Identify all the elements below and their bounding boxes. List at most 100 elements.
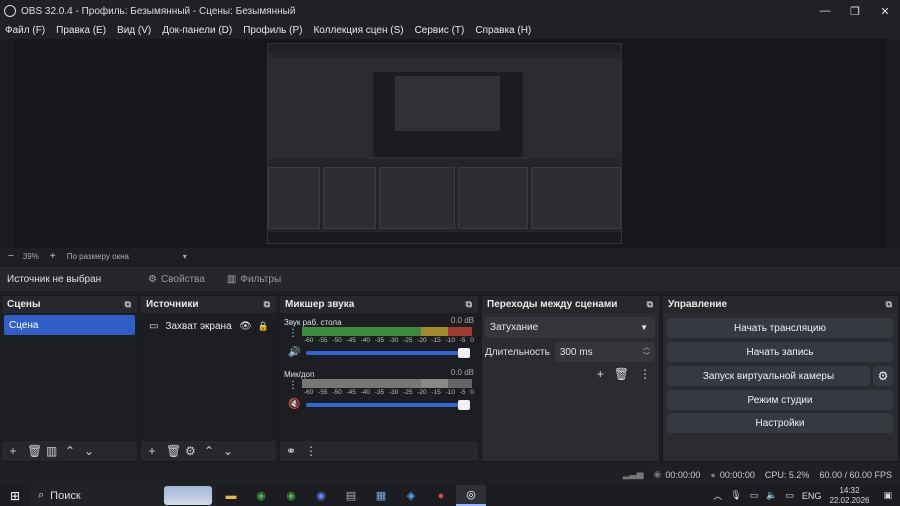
- muted-speaker-icon[interactable]: 🔇: [288, 399, 300, 410]
- microphone-icon[interactable]: 🎙: [730, 490, 741, 501]
- window-title: OBS 32.0.4 - Профиль: Безымянный - Сцены…: [21, 5, 296, 17]
- menu-profile[interactable]: Профиль (P): [243, 25, 302, 36]
- slider-handle[interactable]: [458, 348, 470, 358]
- transition-select[interactable]: Затухание ▼: [485, 317, 655, 338]
- tick-label: -5: [459, 337, 466, 344]
- trash-icon[interactable]: 🗑: [27, 444, 42, 458]
- menu-view[interactable]: Вид (V): [117, 25, 151, 36]
- link-icon[interactable]: ⚭: [286, 444, 296, 458]
- kebab-menu-icon[interactable]: ⋮: [305, 444, 317, 458]
- tick-label: -45: [346, 337, 356, 344]
- source-item[interactable]: ▭ Захват экрана 👁 🔒: [143, 316, 274, 336]
- chevron-down-icon: ▾: [182, 251, 187, 261]
- battery-icon[interactable]: ▭: [750, 490, 759, 501]
- properties-button[interactable]: ⚙ Свойства: [148, 274, 205, 285]
- tick-label: -30: [388, 389, 399, 396]
- tick-label: -35: [374, 389, 385, 396]
- zoom-in-button[interactable]: +: [50, 251, 56, 262]
- add-icon[interactable]: +: [597, 367, 604, 381]
- eye-icon[interactable]: 👁: [239, 321, 252, 332]
- start-streaming-button[interactable]: Начать трансляцию: [667, 318, 893, 338]
- chrome-icon[interactable]: ◉: [246, 485, 276, 506]
- messenger-icon[interactable]: ◉: [306, 485, 336, 506]
- move-up-icon[interactable]: ⌃: [65, 444, 75, 458]
- add-icon[interactable]: +: [8, 444, 18, 458]
- taskbar-search[interactable]: ⌕ Поиск: [30, 485, 216, 506]
- duration-input[interactable]: 300 ms ︿ ﹀: [554, 342, 655, 362]
- kebab-menu-icon[interactable]: ⋮: [288, 380, 298, 391]
- undock-icon[interactable]: ⧉: [647, 299, 653, 310]
- close-button[interactable]: ✕: [870, 0, 900, 22]
- trash-icon[interactable]: 🗑: [166, 444, 181, 458]
- kebab-menu-icon[interactable]: ⋮: [639, 367, 651, 381]
- transition-actions: + 🗑 ⋮: [587, 367, 651, 381]
- stream-icon: ◉: [653, 469, 662, 479]
- zoom-out-button[interactable]: −: [8, 251, 14, 262]
- minimize-button[interactable]: —: [810, 0, 840, 22]
- windows-start-icon[interactable]: ⊞: [0, 489, 30, 503]
- app-icon[interactable]: ▤: [336, 485, 366, 506]
- volume-slider[interactable]: [306, 348, 470, 358]
- gear-icon[interactable]: ⚙: [185, 444, 196, 458]
- filters-button[interactable]: ▥ Фильтры: [227, 274, 281, 285]
- studio-mode-button[interactable]: Режим студии: [667, 390, 893, 410]
- chevron-up-icon[interactable]: ︿: [713, 489, 722, 502]
- add-icon[interactable]: +: [147, 444, 157, 458]
- start-virtual-camera-button[interactable]: Запуск виртуальной камеры: [667, 366, 870, 386]
- menu-file[interactable]: Файл (F): [5, 25, 45, 36]
- preview-nested-docks: [268, 159, 621, 234]
- file-explorer-icon[interactable]: ▬: [216, 485, 246, 506]
- spinner-icon[interactable]: ︿ ﹀: [643, 343, 650, 361]
- search-highlight-image: [164, 486, 212, 505]
- meter-red: [448, 327, 472, 336]
- network-icon[interactable]: ▭: [785, 490, 794, 501]
- controls-header: Управление ⧉: [663, 296, 898, 313]
- menu-edit[interactable]: Правка (E): [56, 25, 106, 36]
- app-icon[interactable]: ●: [426, 485, 456, 506]
- steam-icon[interactable]: ◈: [396, 485, 426, 506]
- volume-icon[interactable]: 🔈: [766, 490, 777, 501]
- settings-button[interactable]: Настройки: [667, 413, 893, 433]
- language-indicator[interactable]: ENG: [802, 491, 822, 501]
- controls-title: Управление: [668, 299, 728, 310]
- notifications-icon[interactable]: ▣: [883, 490, 892, 501]
- chrome-icon[interactable]: ◉: [276, 485, 306, 506]
- undock-icon[interactable]: ⧉: [264, 299, 270, 310]
- preview-area[interactable]: [0, 39, 900, 248]
- menu-help[interactable]: Справка (H): [475, 25, 531, 36]
- move-down-icon[interactable]: ⌄: [223, 444, 233, 458]
- tick-label: -25: [403, 389, 413, 396]
- scene-item[interactable]: Сцена: [4, 315, 135, 335]
- windows-taskbar: ⊞ ⌕ Поиск ▬ ◉ ◉ ◉ ▤ ▦ ◈ ● ◎ ︿ 🎙 ▭ 🔈 ▭ EN…: [0, 485, 900, 506]
- lock-icon[interactable]: 🔒: [258, 321, 269, 332]
- channel-db: 0.0 dB: [450, 368, 474, 377]
- tick-label: 0: [470, 337, 474, 344]
- move-down-icon[interactable]: ⌄: [84, 444, 94, 458]
- window-controls: — ❐ ✕: [810, 0, 900, 22]
- trash-icon[interactable]: 🗑: [614, 367, 629, 381]
- app-icon[interactable]: ▦: [366, 485, 396, 506]
- menu-scene-collection[interactable]: Коллекция сцен (S): [313, 25, 403, 36]
- slider-handle[interactable]: [458, 400, 470, 410]
- volume-slider[interactable]: [306, 400, 470, 410]
- undock-icon[interactable]: ⧉: [466, 299, 472, 310]
- taskbar-clock[interactable]: 14:32 22.02.2026: [829, 486, 869, 506]
- virtual-camera-settings-button[interactable]: ⚙: [873, 366, 893, 386]
- tick-label: 0: [470, 389, 474, 396]
- meter-green: [302, 379, 421, 388]
- tick-label: -40: [360, 337, 371, 344]
- zoom-mode-select[interactable]: По размеру окна ▾: [67, 252, 187, 261]
- maximize-button[interactable]: ❐: [840, 0, 870, 22]
- undock-icon[interactable]: ⧉: [125, 299, 131, 310]
- preview-screen-capture[interactable]: [267, 43, 622, 244]
- start-recording-button[interactable]: Начать запись: [667, 342, 893, 362]
- undock-icon[interactable]: ⧉: [886, 299, 892, 310]
- kebab-menu-icon[interactable]: ⋮: [288, 328, 298, 339]
- speaker-icon[interactable]: 🔊: [288, 347, 300, 358]
- menu-docks[interactable]: Док-панели (D): [162, 25, 232, 36]
- filter-icon[interactable]: ▥: [46, 444, 57, 458]
- move-up-icon[interactable]: ⌃: [204, 444, 214, 458]
- menu-tools[interactable]: Сервис (T): [415, 25, 465, 36]
- tick-label: -55: [318, 337, 328, 344]
- obs-taskbar-icon[interactable]: ◎: [456, 485, 486, 506]
